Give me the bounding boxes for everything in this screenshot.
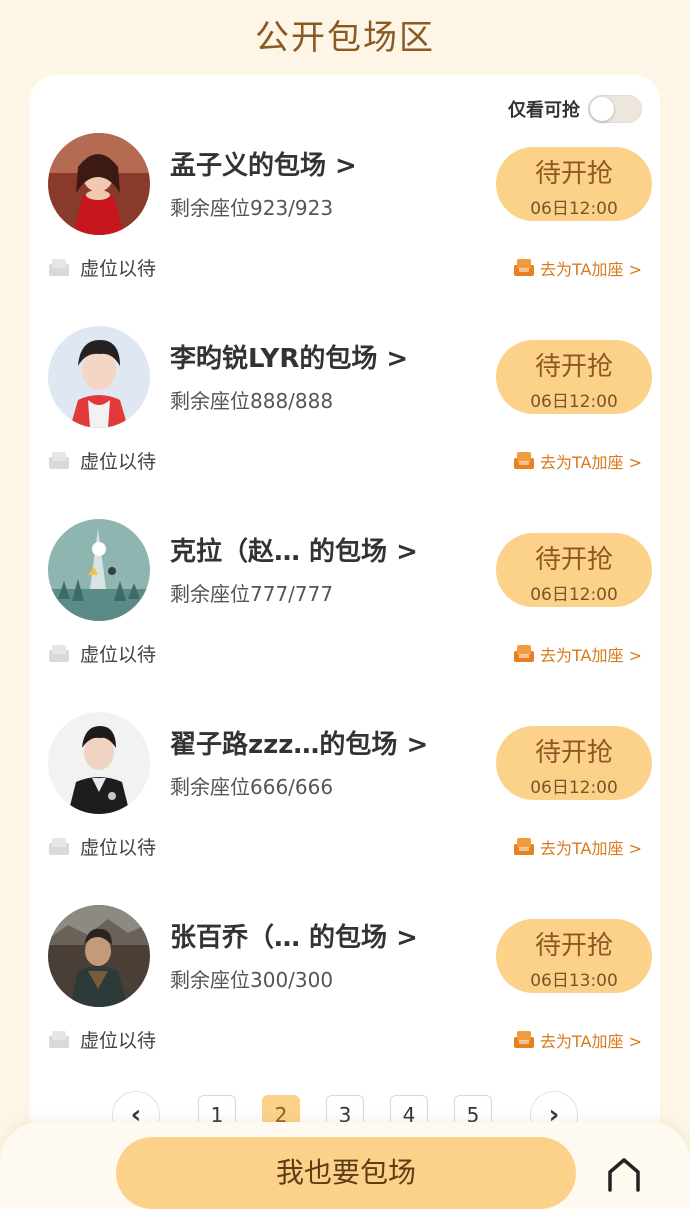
host-name-link[interactable]: 李昀锐LYR的包场 > [170,338,408,375]
remaining-seats: 剩余座位888/888 [170,389,334,413]
host-name-link[interactable]: 翟子路zzz…的包场 > [170,724,428,761]
grab-button-label: 待开抢 [534,545,613,575]
seat-waiting-label: 虚位以待 [80,1030,157,1052]
host-name-link[interactable]: 孟子义的包场 > [170,145,357,182]
avatar[interactable] [48,712,150,814]
page-title: 公开包场区 [255,18,435,58]
add-seat-label: 去为TA加座 > [540,1032,642,1051]
grab-button[interactable]: 待开抢 06日12:00 [496,726,652,800]
seat-waiting: 虚位以待 [48,1026,156,1053]
list-item: 克拉（赵… 的包场 > 剩余座位777/777 待开抢 06日12:00 虚位以… [30,461,660,666]
bottom-bar: 我也要包场 [0,1122,690,1209]
remaining-seats: 剩余座位777/777 [170,582,334,606]
grab-button[interactable]: 待开抢 06日13:00 [496,919,652,993]
seat-icon [49,1030,69,1048]
remaining-seats: 剩余座位923/923 [170,196,334,220]
remaining-seats: 剩余座位666/666 [170,775,334,799]
create-package-button[interactable]: 我也要包场 [116,1137,576,1209]
list-item: 翟子路zzz…的包场 > 剩余座位666/666 待开抢 06日12:00 虚位… [30,654,660,859]
grab-button-label: 待开抢 [534,352,613,382]
list-item: 张百乔（… 的包场 > 剩余座位300/300 待开抢 06日13:00 虚位以… [30,847,660,1052]
grab-button[interactable]: 待开抢 06日12:00 [496,147,652,221]
host-name-link[interactable]: 克拉（赵… 的包场 > [170,531,418,568]
grab-button-label: 待开抢 [534,738,613,768]
add-seat-link[interactable]: 去为TA加座 > [513,1028,642,1052]
grab-time: 06日12:00 [530,392,618,412]
grab-button[interactable]: 待开抢 06日12:00 [496,340,652,414]
grab-button-label: 待开抢 [534,931,613,961]
avatar[interactable] [48,905,150,1007]
list-card: 仅看可抢 孟子义的包场 > 剩余座位923/923 待开抢 06日12:00 虚… [30,75,660,1209]
list-item: 孟子义的包场 > 剩余座位923/923 待开抢 06日12:00 虚位以待 去… [30,75,660,280]
avatar[interactable] [48,326,150,428]
grab-button[interactable]: 待开抢 06日12:00 [496,533,652,607]
sofa-icon [514,1031,535,1048]
grab-button-label: 待开抢 [534,159,613,189]
home-icon[interactable] [604,1156,644,1192]
grab-time: 06日12:00 [530,585,618,605]
remaining-seats: 剩余座位300/300 [170,968,334,992]
grab-time: 06日13:00 [530,971,618,991]
grab-time: 06日12:00 [530,778,618,798]
grab-time: 06日12:00 [530,199,618,219]
avatar[interactable] [48,133,150,235]
avatar[interactable] [48,519,150,621]
host-name-link[interactable]: 张百乔（… 的包场 > [170,917,418,954]
list-item: 李昀锐LYR的包场 > 剩余座位888/888 待开抢 06日12:00 虚位以… [30,268,660,473]
